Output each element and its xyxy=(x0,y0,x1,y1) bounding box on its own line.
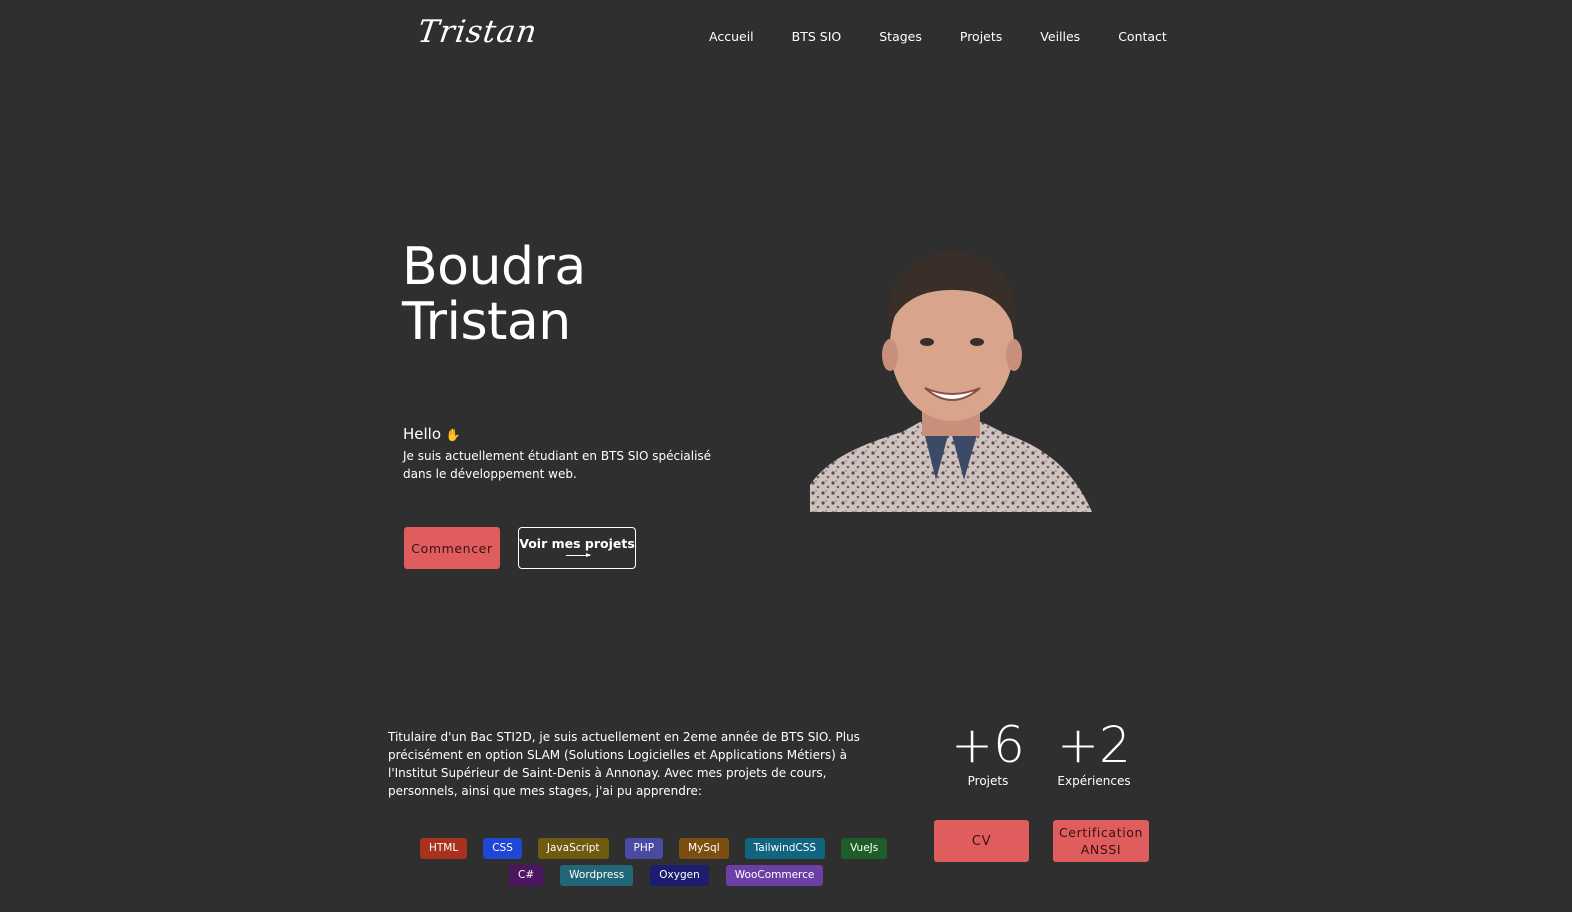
cv-button[interactable]: CV xyxy=(934,820,1029,862)
arrow-right-icon xyxy=(566,553,591,557)
skill-tag-csharp: C# xyxy=(509,865,544,886)
view-projects-label: Voir mes projets xyxy=(519,536,635,551)
skill-tag-wordpress: Wordpress xyxy=(560,865,634,886)
main-nav: Accueil BTS SIO Stages Projets Veilles C… xyxy=(690,28,1186,46)
waving-hand-icon: ✋ xyxy=(445,428,461,442)
stat-projects-label: Projets xyxy=(967,774,1009,788)
skill-tags-row-2: C# Wordpress Oxygen WooCommerce xyxy=(509,865,824,886)
view-projects-button[interactable]: Voir mes projets xyxy=(518,527,636,569)
nav-item-veilles[interactable]: Veilles xyxy=(1021,28,1099,46)
stat-experiences: +2 Expériences xyxy=(1054,720,1134,788)
nav-item-stages[interactable]: Stages xyxy=(860,28,941,46)
skill-tag-oxygen: Oxygen xyxy=(650,865,709,886)
skill-tag-woocommerce: WooCommerce xyxy=(725,865,824,886)
stat-experiences-label: Expériences xyxy=(1057,774,1131,788)
hello-greeting: Hello ✋ xyxy=(403,425,461,443)
hero-title: Boudra Tristan xyxy=(402,240,586,350)
hero-title-first: Boudra xyxy=(402,237,586,297)
nav-item-bts-sio[interactable]: BTS SIO xyxy=(773,28,861,46)
profile-photo xyxy=(810,252,1092,512)
skill-tag-tailwindcss: TailwindCSS xyxy=(744,838,826,859)
site-logo[interactable]: Tristan xyxy=(415,14,539,50)
nav-item-projets[interactable]: Projets xyxy=(941,28,1021,46)
skill-tag-vuejs: VueJs xyxy=(841,838,888,859)
hello-text: Hello xyxy=(403,425,442,443)
skill-tag-css: CSS xyxy=(483,838,522,859)
skill-tag-javascript: JavaScript xyxy=(537,838,609,859)
stat-projects-value: +6 xyxy=(951,716,1025,774)
stat-projects: +6 Projets xyxy=(950,720,1026,788)
certification-anssi-button[interactable]: Certification ANSSI xyxy=(1053,820,1149,862)
nav-item-contact[interactable]: Contact xyxy=(1099,28,1186,46)
start-button[interactable]: Commencer xyxy=(404,527,500,569)
skill-tags-row-1: HTML CSS JavaScript PHP MySql TailwindCS… xyxy=(420,838,888,859)
skill-tag-html: HTML xyxy=(420,838,468,859)
about-text: Titulaire d'un Bac STI2D, je suis actuel… xyxy=(388,730,860,798)
stat-experiences-value: +2 xyxy=(1057,716,1131,774)
skill-tag-mysql: MySql xyxy=(679,838,729,859)
hero-title-last: Tristan xyxy=(402,292,571,352)
intro-text: Je suis actuellement étudiant en BTS SIO… xyxy=(403,449,712,481)
skill-tag-php: PHP xyxy=(624,838,664,859)
nav-item-accueil[interactable]: Accueil xyxy=(690,28,773,46)
